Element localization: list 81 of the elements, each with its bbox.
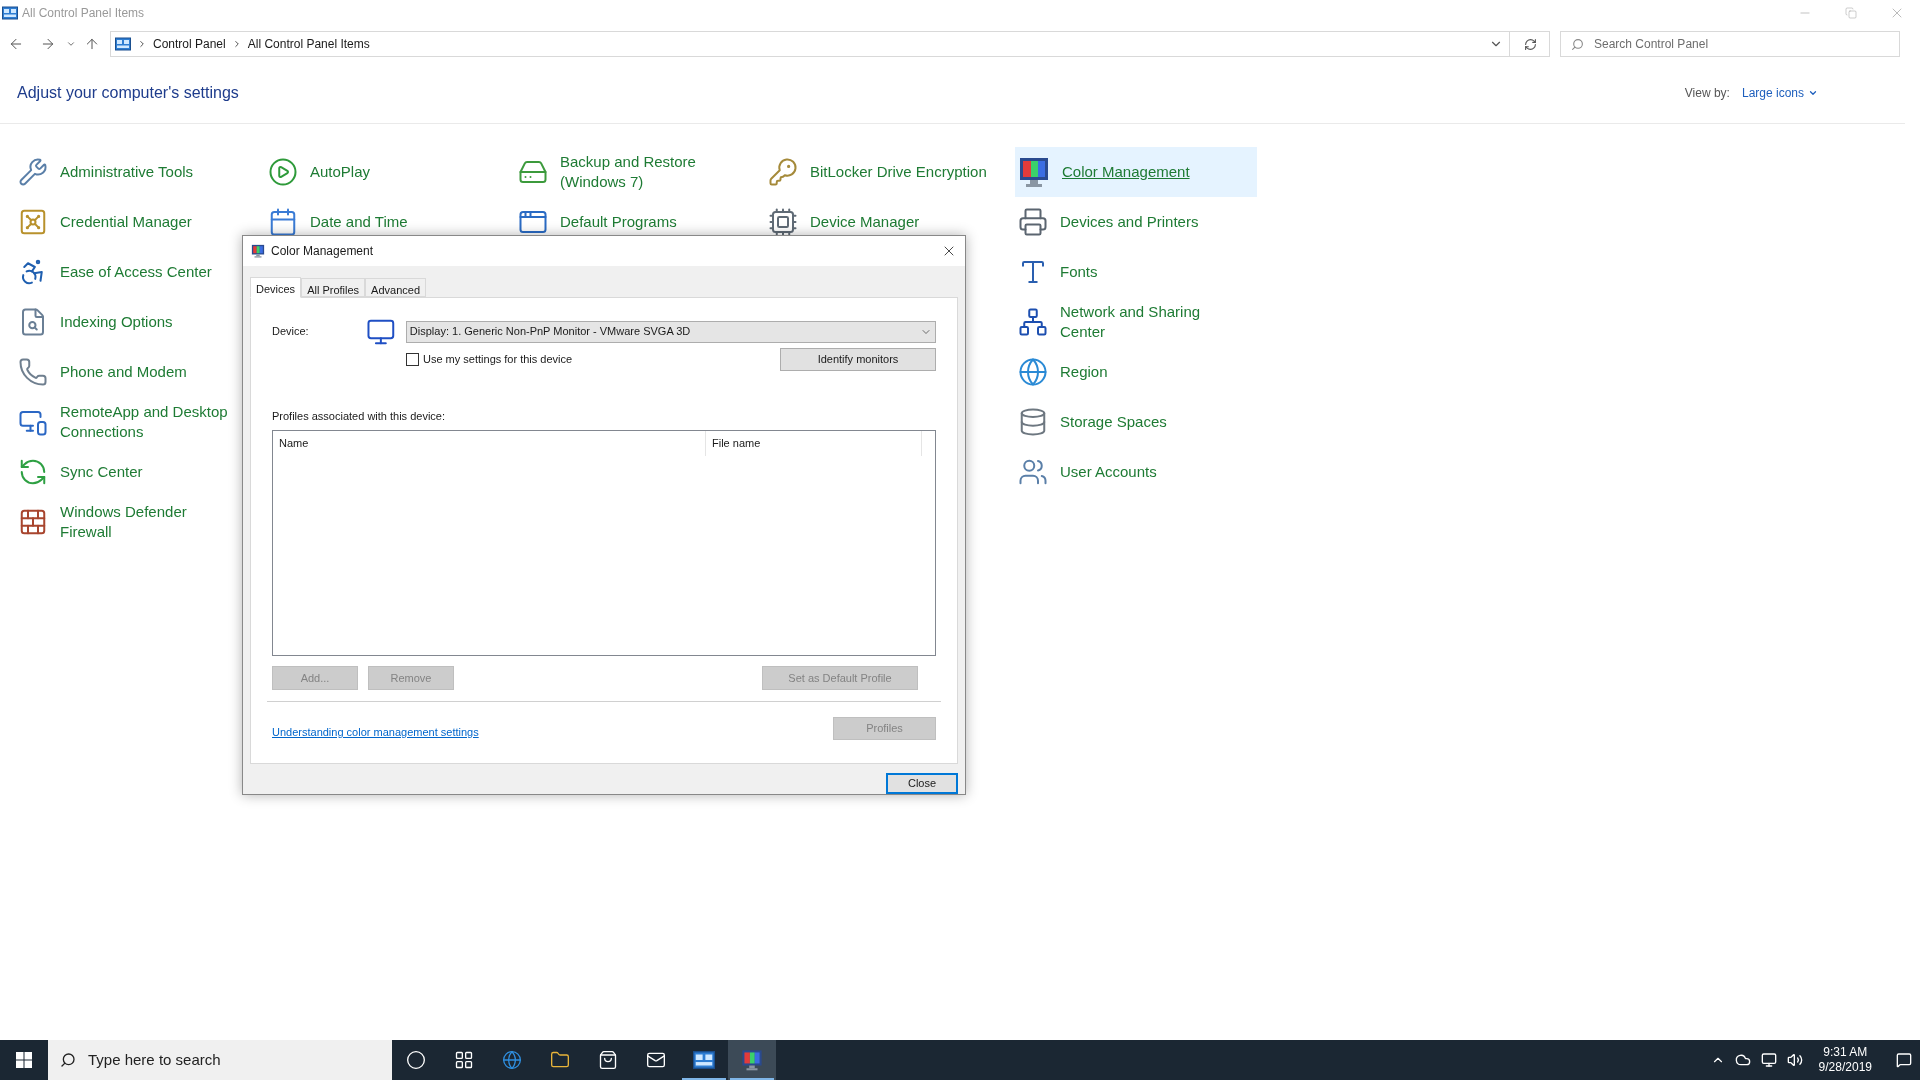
item-icon (768, 157, 798, 187)
control-panel-item[interactable]: Storage Spaces (1015, 397, 1257, 447)
control-panel-item[interactable]: Phone and Modem (15, 347, 257, 397)
item-icon (1018, 407, 1048, 437)
tab[interactable]: Devices (250, 276, 302, 298)
address-bar[interactable]: Control Panel All Control Panel Items (110, 31, 1550, 57)
control-panel-item[interactable]: BitLocker Drive Encryption (765, 147, 1007, 197)
control-panel-item[interactable]: Color Management (1015, 147, 1257, 197)
breadcrumb[interactable]: Control Panel (153, 35, 226, 53)
windows-logo-icon[interactable] (16, 1052, 32, 1068)
notifications-icon[interactable] (1896, 1052, 1912, 1068)
refresh-icon[interactable] (1524, 37, 1537, 51)
control-panel-item[interactable]: Region (1015, 347, 1257, 397)
view-by-dropdown[interactable]: Large icons (1741, 83, 1818, 102)
cloud-icon[interactable] (1734, 1052, 1751, 1068)
item-icon (18, 357, 48, 387)
identify-monitors-button[interactable]: Identify monitors (780, 347, 936, 371)
tab[interactable]: All Profiles (301, 277, 366, 297)
folder-icon (550, 1050, 570, 1070)
task-view-icon (454, 1050, 474, 1070)
control-panel-icon (693, 1049, 715, 1071)
checkbox[interactable] (406, 352, 419, 366)
device-label: Device: (272, 324, 310, 340)
control-panel-icon (2, 5, 18, 21)
breadcrumb-separator-icon (137, 39, 147, 49)
search-field[interactable]: Search Control Panel (1560, 31, 1900, 57)
control-panel-item[interactable]: Indexing Options (15, 297, 257, 347)
control-panel-item[interactable]: AutoPlay (265, 147, 507, 197)
item-icon (1018, 207, 1048, 237)
clock-date[interactable]: 9/28/2019 (1818, 1060, 1872, 1075)
control-panel-item[interactable]: Sync Center (15, 447, 257, 497)
control-panel-item[interactable]: Backup and Restore (Windows 7) (515, 147, 757, 197)
close-button[interactable]: Close (886, 773, 958, 794)
forward-icon[interactable] (40, 36, 56, 52)
control-panel-item[interactable]: Device Manager (765, 197, 1007, 247)
clock-time[interactable]: 9:31 AM (1823, 1045, 1868, 1060)
window-title: All Control Panel Items (22, 5, 145, 22)
item-icon (268, 207, 298, 237)
page-heading: Adjust your computer's settings (17, 82, 239, 103)
control-panel-item[interactable]: Devices and Printers (1015, 197, 1257, 247)
item-icon (268, 157, 298, 187)
globe-icon (502, 1050, 522, 1070)
control-panel-item[interactable]: Windows Defender Firewall (15, 497, 257, 547)
device-dropdown[interactable]: Display: 1. Generic Non-PnP Monitor - VMware SVGA 3D (405, 320, 936, 343)
item-icon (1018, 357, 1048, 387)
recent-dropdown-icon[interactable] (66, 39, 76, 49)
color-monitor-icon (1018, 156, 1050, 188)
item-icon (18, 507, 48, 537)
control-panel-item[interactable]: Credential Manager (15, 197, 257, 247)
column-header[interactable]: Name (273, 431, 706, 456)
control-panel-item[interactable]: Default Programs (515, 197, 757, 247)
control-panel-item[interactable]: Administrative Tools (15, 147, 257, 197)
back-icon[interactable] (8, 36, 24, 52)
mail-icon (646, 1050, 666, 1070)
control-panel-item[interactable]: Fonts (1015, 247, 1257, 297)
item-icon (768, 207, 798, 237)
search-icon (60, 1052, 76, 1068)
help-link[interactable]: Understanding color management settings (272, 724, 479, 741)
control-panel-item[interactable]: User Accounts (1015, 447, 1257, 497)
item-icon (1018, 457, 1048, 487)
profiles-label: Profiles associated with this device: (272, 408, 447, 424)
taskbar-search-field[interactable]: Type here to search (48, 1040, 392, 1080)
tab[interactable]: Advanced (365, 277, 427, 297)
search-icon (1571, 37, 1584, 51)
up-icon[interactable] (84, 36, 100, 52)
color-monitor-icon (251, 243, 265, 258)
profiles-list[interactable]: Name File name (272, 430, 936, 656)
item-icon (18, 457, 48, 487)
column-header[interactable]: File name (706, 431, 922, 456)
control-panel-item[interactable]: RemoteApp and Desktop Connections (15, 397, 257, 447)
item-icon (18, 157, 48, 187)
control-panel-item[interactable]: Network and Sharing Center (1015, 297, 1257, 347)
checkbox-label: Use my settings for this device (423, 351, 573, 367)
volume-icon[interactable] (1786, 1052, 1803, 1068)
view-by-label: View by: (1684, 84, 1730, 102)
color-monitor-icon (741, 1049, 763, 1071)
item-icon (1018, 307, 1048, 337)
breadcrumb[interactable]: All Control Panel Items (247, 35, 370, 53)
item-icon (18, 207, 48, 237)
shopping-bag-icon (598, 1050, 618, 1070)
control-panel-icon (115, 36, 131, 52)
